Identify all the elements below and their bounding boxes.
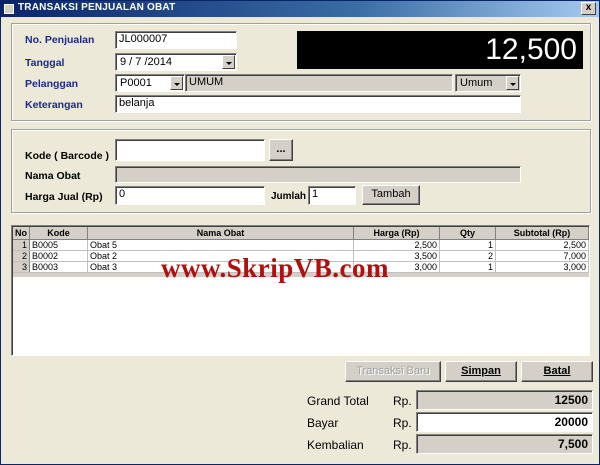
kembalian-field: 7,500: [416, 434, 593, 454]
harga-jual-label: Harga Jual (Rp): [25, 191, 103, 203]
simpan-button[interactable]: Simpan: [445, 361, 517, 382]
bayar-field[interactable]: 20000: [416, 412, 593, 432]
row-kode: B0002: [29, 250, 88, 262]
pelanggan-label: Pelanggan: [25, 78, 79, 90]
chevron-down-icon[interactable]: [222, 55, 235, 69]
tambah-button[interactable]: Tambah: [362, 185, 420, 205]
grand-total-currency: Rp.: [393, 394, 412, 408]
row-no: 3: [13, 261, 30, 273]
batal-label: Batal: [543, 365, 571, 377]
tanggal-label: Tanggal: [25, 57, 65, 69]
row-subtotal: 3,000: [495, 261, 589, 273]
kode-label: Kode ( Barcode ): [25, 150, 110, 162]
table-header-row: No Kode Nama Obat Harga (Rp) Qty Subtota…: [13, 227, 589, 240]
column-header-harga[interactable]: Harga (Rp): [353, 227, 440, 240]
transaksi-baru-button[interactable]: Transaksi Baru: [345, 361, 441, 382]
grand-total-label: Grand Total: [307, 394, 369, 408]
column-header-kode[interactable]: Kode: [29, 227, 88, 240]
browse-label: ...: [276, 143, 286, 155]
pelanggan-type-select[interactable]: Umum: [455, 74, 521, 92]
window-title: TRANSAKSI PENJUALAN OBAT: [18, 2, 176, 13]
keterangan-field[interactable]: belanja: [115, 95, 521, 113]
pelanggan-type-value: Umum: [460, 77, 493, 89]
tanggal-value: 9 / 7 /2014: [120, 56, 172, 68]
items-grid[interactable]: No Kode Nama Obat Harga (Rp) Qty Subtota…: [11, 225, 590, 356]
kode-barcode-field[interactable]: [115, 139, 265, 161]
batal-button[interactable]: Batal: [521, 361, 593, 382]
column-header-no[interactable]: No: [13, 227, 30, 240]
tanggal-datepicker[interactable]: 9 / 7 /2014: [115, 53, 237, 71]
nama-obat-label: Nama Obat: [25, 170, 81, 182]
pelanggan-code-select[interactable]: P0001: [115, 74, 185, 92]
keterangan-label: Keterangan: [25, 99, 83, 111]
grand-total-field: 12500: [416, 390, 593, 410]
pelanggan-name-field: UMUM: [185, 74, 453, 92]
column-header-nama-obat[interactable]: Nama Obat: [87, 227, 354, 240]
row-no: 2: [13, 250, 30, 262]
harga-jual-field[interactable]: 0: [115, 186, 265, 205]
row-nama: Obat 5: [87, 239, 354, 251]
transaksi-baru-label: Transaksi Baru: [356, 365, 430, 377]
row-subtotal: 7,000: [495, 250, 589, 262]
title-bar[interactable]: TRANSAKSI PENJUALAN OBAT x: [1, 1, 599, 17]
total-display: 12,500: [297, 31, 583, 69]
row-qty: 1: [439, 261, 496, 273]
row-qty: 1: [439, 239, 496, 251]
kembalian-label: Kembalian: [307, 438, 364, 452]
row-harga: 2,500: [353, 239, 440, 251]
column-header-subtotal[interactable]: Subtotal (Rp): [495, 227, 589, 240]
no-penjualan-field[interactable]: JL000007: [115, 31, 237, 49]
main-window: TRANSAKSI PENJUALAN OBAT x No. Penjualan…: [0, 0, 600, 465]
nama-obat-field: [115, 166, 521, 183]
column-header-qty[interactable]: Qty: [439, 227, 496, 240]
close-icon: x: [585, 2, 592, 13]
tambah-label: Tambah: [371, 188, 411, 200]
jumlah-field[interactable]: 1: [308, 186, 356, 205]
pelanggan-code-value: P0001: [120, 77, 152, 89]
bayar-label: Bayar: [307, 416, 339, 430]
row-kode: B0003: [29, 261, 88, 273]
browse-button[interactable]: ...: [269, 139, 293, 161]
simpan-label: Simpan: [461, 365, 501, 377]
watermark-text: www.SkripVB.com: [161, 253, 390, 283]
row-no: 1: [13, 239, 30, 251]
row-subtotal: 2,500: [495, 239, 589, 251]
kembalian-currency: Rp.: [393, 438, 412, 452]
no-penjualan-label: No. Penjualan: [25, 34, 95, 46]
close-button[interactable]: x: [581, 2, 596, 15]
row-qty: 2: [439, 250, 496, 262]
row-kode: B0005: [29, 239, 88, 251]
jumlah-label: Jumlah: [271, 191, 307, 202]
grid-empty-area: [13, 277, 589, 355]
app-icon: [4, 4, 14, 14]
bayar-currency: Rp.: [393, 416, 412, 430]
chevron-down-icon[interactable]: [170, 76, 183, 90]
table-row[interactable]: 1 B0005 Obat 5 2,500 1 2,500: [13, 239, 589, 251]
chevron-down-icon[interactable]: [506, 76, 519, 90]
